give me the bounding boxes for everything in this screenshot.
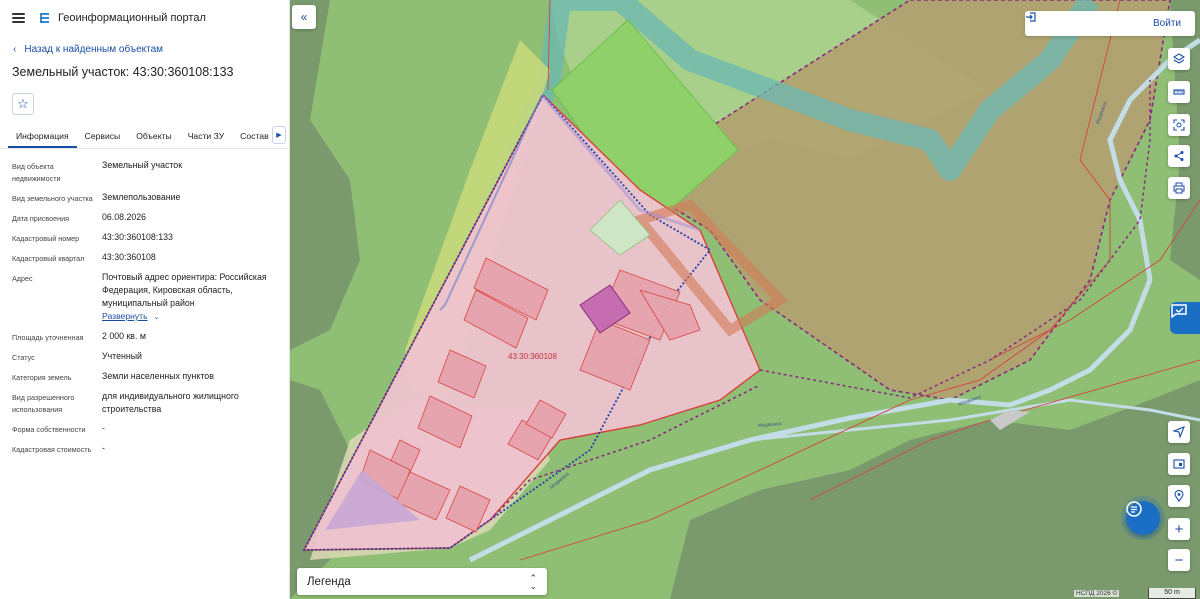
property-label: Категория земель: [12, 373, 72, 382]
property-row: Вид объекта недвижимости Земельный участ…: [0, 159, 289, 185]
double-chevron-left-icon: «: [300, 10, 308, 24]
assistant-icon: [1171, 304, 1187, 318]
property-label: Вид разрешенного использования: [12, 393, 75, 414]
favorite-button[interactable]: ☆: [12, 93, 34, 115]
tab-info[interactable]: Информация: [8, 131, 77, 148]
property-list: Вид объекта недвижимости Земельный участ…: [0, 159, 289, 456]
minimap-icon: [1173, 459, 1185, 469]
ruler-icon: [1173, 89, 1185, 95]
layers-icon: [1173, 53, 1185, 64]
property-value: -: [102, 443, 105, 453]
property-value: Земли населенных пунктов: [102, 371, 214, 381]
property-value: -: [102, 423, 105, 433]
zoom-out-button[interactable]: −: [1168, 549, 1190, 571]
map-canvas[interactable]: [290, 0, 1200, 599]
star-icon: ☆: [17, 96, 29, 111]
pin-button[interactable]: [1168, 485, 1190, 507]
layers-button[interactable]: [1168, 48, 1190, 70]
print-icon: [1173, 182, 1185, 194]
info-panel: Геоинформационный портал ‹ Назад к найде…: [0, 0, 290, 599]
collapse-panel-button[interactable]: «: [292, 5, 316, 29]
expand-address-link[interactable]: Развернуть ⌄: [102, 310, 282, 324]
caret-right-icon: ▶: [276, 132, 282, 139]
property-value: Почтовый адрес ориентира: Российская Фед…: [102, 272, 267, 308]
property-label: Кадастровый квартал: [12, 254, 85, 263]
tab-services[interactable]: Сервисы: [77, 131, 129, 148]
tabs-scroll-right-button[interactable]: ▶: [272, 126, 286, 144]
property-label: Кадастровая стоимость: [12, 445, 92, 454]
chat-icon: [1126, 501, 1142, 517]
property-row: Вид разрешенного использования для индив…: [0, 390, 289, 416]
property-value: Землепользование: [102, 192, 181, 202]
locate-button[interactable]: [1168, 421, 1190, 443]
property-value: 06.08.2026: [102, 212, 147, 222]
minimap-button[interactable]: [1168, 453, 1190, 475]
property-label: Вид объекта недвижимости: [12, 162, 61, 183]
portal-logo-icon: [40, 13, 49, 23]
property-value: 43:30:360108:133: [102, 232, 173, 242]
scale-bar: 50 m: [1148, 588, 1196, 599]
chevron-left-icon: ‹: [13, 44, 17, 55]
select-area-icon: [1173, 119, 1185, 131]
login-button[interactable]: Войти: [1025, 11, 1195, 36]
back-to-results-link[interactable]: ‹ Назад к найденным объектам: [13, 44, 289, 55]
property-label: Статус: [12, 353, 35, 362]
property-value: 2 000 кв. м: [102, 331, 146, 341]
login-label: Войти: [1153, 18, 1181, 29]
quarter-label: 43:30:360108: [508, 352, 557, 361]
pin-icon: [1174, 490, 1184, 502]
address-block: Почтовый адрес ориентира: Российская Фед…: [102, 271, 282, 324]
expand-label: Развернуть: [102, 311, 148, 321]
legend-dropdown[interactable]: Легенда ⌃ ⌄: [297, 568, 547, 595]
share-button[interactable]: [1168, 145, 1190, 167]
measure-button[interactable]: [1168, 81, 1190, 103]
property-value: Земельный участок: [102, 160, 183, 170]
app-root: Геоинформационный портал ‹ Назад к найде…: [0, 0, 1200, 599]
property-label: Дата присвоения: [12, 214, 70, 223]
property-row: Форма собственности -: [0, 422, 289, 436]
print-button[interactable]: [1168, 177, 1190, 199]
side-panel-tab[interactable]: [1170, 302, 1200, 334]
zoom-out-icon: −: [1174, 551, 1184, 569]
share-icon: [1174, 151, 1184, 161]
select-area-button[interactable]: [1168, 114, 1190, 136]
property-row: Статус Учтенный: [0, 350, 289, 364]
portal-title: Геоинформационный портал: [58, 12, 206, 24]
property-row: Кадастровый номер 43:30:360108:133: [0, 231, 289, 245]
property-label: Кадастровый номер: [12, 234, 80, 243]
property-label: Площадь уточненная: [12, 333, 84, 342]
property-label: Форма собственности: [12, 425, 86, 434]
login-icon: [1026, 12, 1036, 22]
zoom-in-button[interactable]: +: [1168, 518, 1190, 540]
property-row: Площадь уточненная 2 000 кв. м: [0, 330, 289, 344]
property-label: Вид земельного участка: [12, 194, 93, 203]
chevron-down-icon: ⌄: [153, 314, 160, 321]
property-row: Кадастровая стоимость -: [0, 442, 289, 456]
zoom-in-icon: +: [1174, 520, 1184, 538]
property-row: Дата присвоения 06.08.2026: [0, 211, 289, 225]
top-bar: Геоинформационный портал: [0, 0, 289, 36]
property-row: Вид земельного участка Землепользование: [0, 191, 289, 205]
up-down-chevron-icon: ⌃ ⌄: [529, 572, 537, 591]
tab-parts[interactable]: Части ЗУ: [180, 131, 232, 148]
locate-arrow-icon: [1173, 426, 1185, 438]
tab-bar: Информация Сервисы Объекты Части ЗУ Сост…: [0, 123, 289, 149]
tab-objects[interactable]: Объекты: [128, 131, 179, 148]
menu-icon[interactable]: [12, 13, 25, 23]
property-row: Категория земель Земли населенных пункто…: [0, 370, 289, 384]
map-view[interactable]: 43:30:360108 Медвежка Медвежка Медвежка …: [290, 0, 1200, 599]
tab-composition[interactable]: Состав: [232, 131, 276, 148]
property-value: Учтенный: [102, 351, 142, 361]
back-link-label: Назад к найденным объектам: [24, 44, 164, 55]
map-attribution: НСПД 2026 ©: [1074, 590, 1120, 597]
property-label: Адрес: [12, 274, 33, 283]
property-row: Кадастровый квартал 43:30:360108: [0, 251, 289, 265]
legend-label: Легенда: [307, 575, 351, 588]
property-value: 43:30:360108: [102, 252, 156, 262]
property-value: для индивидуального жилищного строительс…: [102, 391, 239, 414]
chat-button[interactable]: [1126, 501, 1160, 535]
object-title: Земельный участок: 43:30:360108:133: [12, 65, 234, 79]
property-row: Адрес Почтовый адрес ориентира: Российск…: [0, 271, 289, 324]
